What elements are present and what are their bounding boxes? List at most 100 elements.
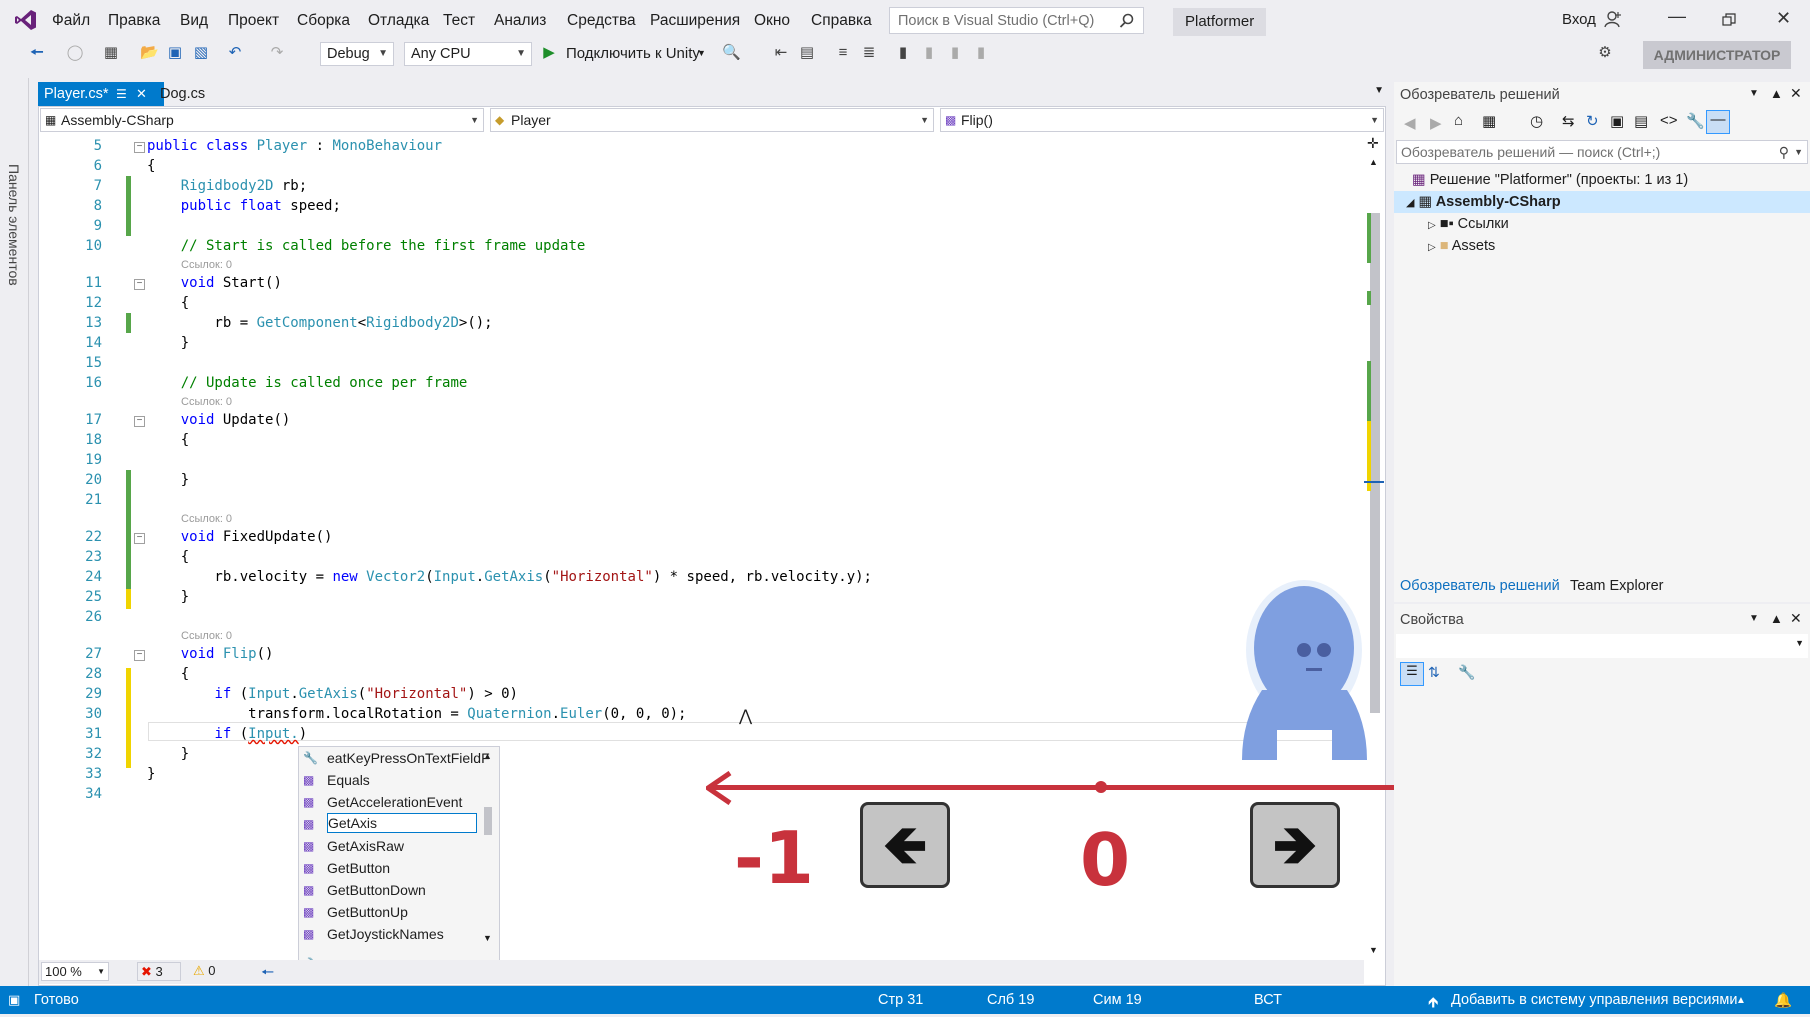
object-selector[interactable]: ▼ bbox=[1396, 634, 1808, 658]
completion-item[interactable]: ▩ GetJoystickNames bbox=[299, 923, 479, 945]
sort-alpha-icon[interactable]: ⇅ bbox=[1428, 664, 1440, 681]
close-icon[interactable]: ✕ bbox=[1790, 85, 1802, 102]
toolbox-strip[interactable]: Панель элементов bbox=[0, 78, 29, 986]
code-line[interactable]: { bbox=[147, 549, 189, 565]
code-line[interactable]: public class Player : MonoBehaviour bbox=[147, 138, 442, 154]
code-line[interactable]: { bbox=[147, 295, 189, 311]
errors-indicator[interactable]: ✖ 3 bbox=[137, 962, 181, 981]
code-line[interactable]: void FixedUpdate() bbox=[147, 529, 333, 545]
property-pages-icon[interactable]: 🔧 bbox=[1458, 664, 1475, 681]
intellisense-popup[interactable]: 🔧 eatKeyPressOnTextFieldF ▩ Equals ▩ GetAcc… bbox=[298, 746, 500, 982]
add-to-source-control-button[interactable]: Добавить в систему управления версиями bbox=[1451, 992, 1737, 1008]
code-line[interactable]: void Start() bbox=[147, 275, 282, 291]
completion-item-selected[interactable]: ▩ GetAxis bbox=[299, 813, 479, 835]
fold-toggle-icon[interactable]: − bbox=[134, 533, 145, 544]
switch-views-icon[interactable]: ▦ bbox=[1482, 112, 1496, 130]
refresh-icon[interactable]: ↻ bbox=[1586, 112, 1599, 130]
outdent-icon[interactable]: ≣ bbox=[860, 44, 878, 62]
scroll-down-icon[interactable]: ▼ bbox=[483, 933, 492, 943]
menu-build[interactable]: Сборка bbox=[297, 12, 350, 30]
preview-icon[interactable]: — bbox=[1706, 110, 1730, 134]
view-code-icon[interactable]: <> bbox=[1660, 112, 1678, 129]
tab-solution-explorer[interactable]: Обозреватель решений bbox=[1400, 578, 1560, 594]
completion-item[interactable]: ▩ GetButton bbox=[299, 857, 479, 879]
code-line[interactable]: rb = GetComponent<Rigidbody2D>(); bbox=[147, 315, 492, 331]
pending-changes-icon[interactable]: ◷ bbox=[1530, 112, 1543, 130]
collapse-all-icon[interactable]: ▣ bbox=[1610, 112, 1624, 130]
code-line[interactable]: if (Input.) bbox=[147, 726, 307, 742]
close-icon[interactable]: ✕ bbox=[1790, 610, 1802, 627]
step-icon[interactable]: ⇤ bbox=[772, 44, 790, 62]
solution-search-input[interactable]: Обозреватель решений — поиск (Ctrl+;) ⚲ … bbox=[1396, 140, 1808, 164]
categorized-icon[interactable]: ☰ bbox=[1400, 662, 1424, 686]
back-icon[interactable]: ◀ bbox=[1404, 114, 1416, 132]
code-line[interactable]: void Update() bbox=[147, 412, 291, 428]
indent-icon[interactable]: ≡ bbox=[834, 44, 852, 62]
menu-tools[interactable]: Средства bbox=[567, 12, 636, 30]
reference-count[interactable]: Ссылок: 0 bbox=[181, 396, 232, 408]
platform-select[interactable]: Any CPU ▼ bbox=[404, 42, 532, 66]
show-all-files-icon[interactable]: ▤ bbox=[1634, 112, 1648, 130]
menu-file[interactable]: Файл bbox=[52, 12, 90, 30]
nav-back-icon[interactable]: 🠔 bbox=[261, 962, 274, 987]
close-icon[interactable]: ✕ bbox=[136, 82, 147, 106]
menu-window[interactable]: Окно bbox=[754, 12, 790, 30]
bookmark-nav-icon[interactable]: ▤ bbox=[798, 44, 816, 62]
tab-dog[interactable]: Dog.cs bbox=[154, 82, 211, 106]
intellisense-scroll-thumb[interactable] bbox=[484, 807, 492, 835]
completion-item[interactable]: ▩ GetAccelerationEvent bbox=[299, 791, 479, 813]
sync-icon[interactable]: ⇆ bbox=[1562, 112, 1575, 130]
chevron-down-icon[interactable]: ▼ bbox=[697, 48, 706, 58]
restore-icon[interactable] bbox=[1722, 13, 1736, 27]
fold-toggle-icon[interactable]: − bbox=[134, 650, 145, 661]
code-line[interactable]: } bbox=[147, 589, 189, 605]
undo-icon[interactable]: ↶ bbox=[226, 44, 244, 62]
menu-test[interactable]: Тест bbox=[443, 12, 475, 30]
nav-project-dropdown[interactable]: ▦ Assembly-CSharp ▼ bbox=[40, 108, 484, 132]
code-editor[interactable] bbox=[39, 133, 1364, 960]
code-line[interactable]: } bbox=[147, 472, 189, 488]
live-share-icon[interactable]: ⚙ bbox=[1596, 44, 1614, 62]
split-icon[interactable]: ✛ bbox=[1367, 135, 1379, 152]
save-icon[interactable]: ▣ bbox=[166, 44, 184, 62]
menu-edit[interactable]: Правка bbox=[108, 12, 160, 30]
chevron-down-icon[interactable]: ▼ bbox=[1374, 85, 1384, 96]
menu-extensions[interactable]: Расширения bbox=[650, 12, 740, 30]
forward-icon[interactable]: ◯ bbox=[66, 44, 84, 62]
tree-item-references[interactable]: ▷ ■▪ Ссылки bbox=[1428, 213, 1509, 235]
login-link[interactable]: Вход bbox=[1562, 11, 1596, 28]
code-line[interactable]: } bbox=[147, 746, 189, 762]
nav-member-dropdown[interactable]: ▩ Flip() ▼ bbox=[940, 108, 1384, 132]
chevron-down-icon[interactable]: ▼ bbox=[1749, 613, 1759, 624]
vs-logo-icon[interactable] bbox=[14, 8, 38, 32]
back-icon[interactable]: 🠔 bbox=[28, 44, 46, 62]
reference-count[interactable]: Ссылок: 0 bbox=[181, 630, 232, 642]
scroll-down-icon[interactable]: ▼ bbox=[1369, 945, 1378, 955]
home-icon[interactable]: ⌂ bbox=[1454, 112, 1463, 129]
attach-unity-button[interactable]: Подключить к Unity bbox=[566, 45, 700, 62]
forward-icon[interactable]: ▶ bbox=[1430, 114, 1442, 132]
code-line[interactable]: } bbox=[147, 766, 155, 782]
completion-item[interactable]: ▩ GetButtonDown bbox=[299, 879, 479, 901]
bookmark-prev-icon[interactable]: ▮ bbox=[920, 44, 938, 62]
fold-toggle-icon[interactable]: − bbox=[134, 142, 145, 153]
nav-class-dropdown[interactable]: ◆ Player ▼ bbox=[490, 108, 934, 132]
completion-item[interactable]: ▩ GetAxisRaw bbox=[299, 835, 479, 857]
user-icon[interactable] bbox=[1604, 10, 1622, 28]
bookmark-next-icon[interactable]: ▮ bbox=[946, 44, 964, 62]
chevron-down-icon[interactable]: ▼ bbox=[1749, 88, 1759, 99]
find-icon[interactable]: 🔍 bbox=[722, 44, 741, 62]
pin-icon[interactable]: ☰ bbox=[116, 82, 127, 106]
code-line[interactable]: // Update is called once per frame bbox=[147, 375, 468, 391]
warnings-indicator[interactable]: ⚠ 0 bbox=[193, 962, 233, 981]
pin-icon[interactable]: ▲ bbox=[1770, 86, 1783, 101]
bookmark-icon[interactable]: ▮ bbox=[894, 44, 912, 62]
solution-node[interactable]: ▦ Решение "Platformer" (проекты: 1 из 1) bbox=[1412, 169, 1688, 191]
menu-view[interactable]: Вид bbox=[180, 12, 208, 30]
menu-debug[interactable]: Отладка bbox=[368, 12, 429, 30]
reference-count[interactable]: Ссылок: 0 bbox=[181, 513, 232, 525]
code-line[interactable]: { bbox=[147, 158, 155, 174]
code-line[interactable]: transform.localRotation = Quaternion.Eul… bbox=[147, 706, 686, 722]
code-line[interactable]: if (Input.GetAxis("Horizontal") > 0) bbox=[147, 686, 518, 702]
new-project-icon[interactable]: ▦ bbox=[102, 44, 120, 62]
